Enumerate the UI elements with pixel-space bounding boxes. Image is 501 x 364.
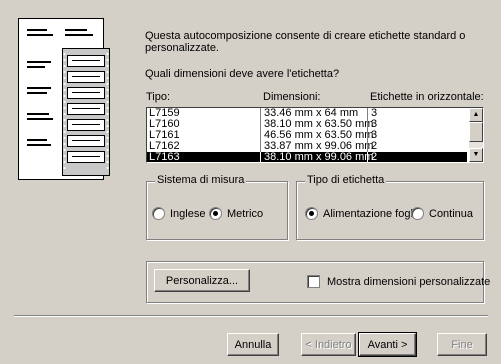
scroll-down-arrow-icon[interactable]: ▼: [469, 148, 483, 162]
column-header-dimensions: Dimensioni:: [263, 91, 321, 103]
radio-inglese[interactable]: Inglese: [152, 207, 205, 220]
radio-button-icon[interactable]: [152, 207, 165, 220]
measure-system-title: Sistema di misura: [155, 174, 247, 186]
radio-metrico[interactable]: Metrico: [209, 207, 263, 220]
continuous-labels-icon: [62, 48, 110, 176]
label-size-listbox[interactable]: L7159 33.46 mm x 64 mm 3 L7160 38.10 mm …: [146, 107, 484, 163]
radio-continua-label: Continua: [429, 207, 474, 220]
intro-text: Questa autocomposizione consente di crea…: [145, 30, 466, 54]
measure-system-group: Sistema di misura Inglese Metrico: [146, 174, 288, 240]
scroll-thumb[interactable]: [469, 122, 483, 142]
question-text: Quali dimensioni deve avere l'etichetta?: [145, 68, 340, 80]
scroll-up-arrow-icon[interactable]: ▲: [469, 108, 483, 122]
list-item-selected[interactable]: L7163 38.10 mm x 99.06 mm 2: [147, 151, 467, 163]
radio-button-selected-icon[interactable]: [305, 207, 318, 220]
checkbox-icon[interactable]: [307, 275, 320, 288]
radio-button-selected-icon[interactable]: [209, 207, 222, 220]
listbox-scrollbar[interactable]: ▲ ▼: [469, 108, 483, 162]
show-custom-dimensions-label: Mostra dimensioni personalizzate: [327, 275, 491, 288]
column-header-horizontal: Etichette in orizzontale:: [370, 91, 484, 103]
radio-continua[interactable]: Continua: [411, 207, 473, 220]
show-custom-dimensions-checkbox[interactable]: Mostra dimensioni personalizzate: [307, 275, 490, 288]
cancel-button[interactable]: Annulla: [227, 333, 279, 356]
column-header-type: Tipo:: [146, 91, 171, 103]
radio-alimentazione-fogli[interactable]: Alimentazione fogli: [305, 207, 415, 220]
back-button[interactable]: < Indietro: [301, 333, 356, 356]
next-button[interactable]: Avanti >: [358, 332, 417, 357]
footer-divider: [14, 315, 488, 317]
list-item-dimensions: 38.10 mm x 99.06 mm: [260, 152, 373, 162]
label-type-title: Tipo di etichetta: [305, 174, 387, 186]
radio-inglese-label: Inglese: [170, 207, 206, 220]
label-sheet-illustration: [18, 18, 124, 184]
customize-group: Personalizza... Mostra dimensioni person…: [146, 261, 490, 303]
radio-metrico-label: Metrico: [227, 207, 264, 220]
radio-button-icon[interactable]: [411, 207, 424, 220]
finish-button[interactable]: Fine: [437, 333, 487, 356]
list-item-type: L7163: [149, 151, 180, 163]
label-type-group: Tipo di etichetta Alimentazione fogli Co…: [296, 174, 484, 240]
customize-button[interactable]: Personalizza...: [154, 269, 250, 292]
radio-alimentazione-fogli-label: Alimentazione fogli: [323, 207, 416, 220]
list-item-horizontal: 2: [367, 152, 377, 162]
